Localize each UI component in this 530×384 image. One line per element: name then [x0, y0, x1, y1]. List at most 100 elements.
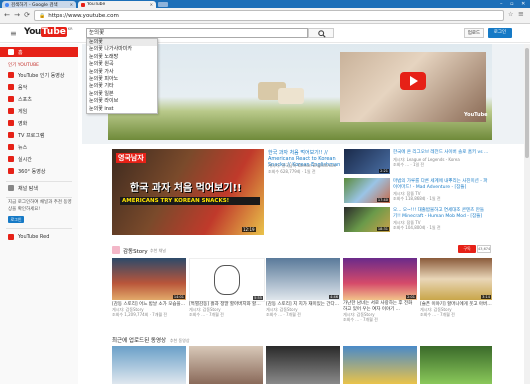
side-video-thumbnail[interactable]: 18:31	[344, 207, 390, 232]
channel-video-title[interactable]: 가난한 남녀는 서로 사랑하는 후 전화 하고 있어 우는 여자 이야기 ...	[343, 301, 417, 312]
upload-button[interactable]: 업로드	[464, 28, 484, 38]
sidebar-item-movies[interactable]: 영화	[0, 118, 78, 128]
recent-video-thumbnail[interactable]	[112, 346, 186, 384]
browser-tab-strip: 검색하기 - Google 검색 ✕ YouTube ✕ – ▫ ✕	[0, 0, 530, 8]
featured-overlay-text: 한국 과자 처음 먹어보기!!	[130, 183, 242, 194]
channel-video-meta: 조회수 ... · 7개월 전	[266, 312, 301, 317]
sidebar-login-button[interactable]: 로그인	[8, 216, 24, 223]
window-controls[interactable]: – ▫ ✕	[500, 1, 528, 7]
search-button[interactable]	[308, 28, 334, 38]
close-tab-icon[interactable]: ✕	[150, 2, 153, 7]
360-icon	[8, 168, 14, 174]
sidebar-item-browse-channels[interactable]: 채널 탐색	[0, 183, 78, 193]
channel-video-thumbnail[interactable]: 14:01	[112, 258, 186, 300]
channel-tag: 추천 채널	[150, 248, 166, 253]
suggestion-item[interactable]: 눈의꽃 나가사마미카	[87, 46, 157, 53]
banner-youtube-watermark: YouTube	[464, 112, 488, 118]
sidebar-item-tv[interactable]: TV 프로그램	[0, 130, 78, 140]
channel-name[interactable]: 감동Story	[123, 247, 148, 255]
ad-banner[interactable]: YouTube	[108, 44, 492, 140]
movies-icon	[8, 120, 14, 126]
channel-video-thumbnail[interactable]: 4:46	[266, 258, 340, 300]
side-video-thumbnail[interactable]: 2:21	[344, 149, 390, 174]
sidebar-item-sports[interactable]: 스포츠	[0, 94, 78, 104]
sidebar-item-home[interactable]: 홈	[0, 47, 78, 57]
recent-video-thumbnail[interactable]	[189, 346, 263, 384]
youtube-logo[interactable]: You Tube KR	[24, 27, 73, 37]
video-duration: 3:14	[481, 295, 491, 299]
play-button-icon[interactable]	[400, 72, 426, 90]
video-duration: 17:40	[376, 198, 389, 202]
video-duration: 2:21	[379, 169, 389, 173]
recent-video-thumbnail[interactable]	[420, 346, 492, 384]
banner-video-thumbnail[interactable]: YouTube	[340, 52, 488, 122]
address-bar[interactable]: 🔒 https://www.youtube.com	[34, 10, 504, 21]
search-icon	[318, 30, 326, 38]
channel-video-meta: 조회수 ... · 7개월 전	[420, 312, 455, 317]
side-video-title[interactable]: 마법의 가루를 다른 세계에 내뿌리는 사진미션 - 파이어마드! - Mad …	[393, 179, 489, 190]
sidebar-item-trending[interactable]: YouTube 인기 동영상	[0, 70, 78, 80]
cartoon-face-image	[214, 265, 240, 295]
sidebar-item-gaming[interactable]: 게임	[0, 106, 78, 116]
suggestion-item[interactable]: 눈의꽃 라이브	[87, 98, 157, 105]
youtube-red-icon	[8, 234, 14, 240]
suggestion-item[interactable]: 눈의꽃 가사	[87, 69, 157, 76]
channel-video-meta: 조회수 ... · 7개월 전	[189, 312, 224, 317]
video-duration: 4:46	[329, 295, 339, 299]
side-video-meta: 조회수 104,800회 · 1일 전	[393, 225, 441, 230]
play-triangle-icon	[410, 76, 418, 86]
recent-video-thumbnail[interactable]	[266, 346, 340, 384]
suggestion-item[interactable]: 눈의꽃 inst	[87, 106, 157, 113]
side-video-thumbnail[interactable]: 17:40	[344, 178, 390, 203]
lock-icon: 🔒	[39, 12, 46, 19]
reload-icon[interactable]: ⟳	[22, 10, 32, 20]
sidebar-login-prompt: 지금 로그인하여 채널과 추천 동영상을 확인하세요!	[8, 200, 72, 212]
subscribe-button[interactable]: 구독	[458, 245, 476, 253]
sidebar-item-youtube-red[interactable]: YouTube Red	[0, 232, 78, 242]
sidebar-item-360[interactable]: 360° 동영상	[0, 166, 78, 176]
sidebar-item-music[interactable]: 음악	[0, 82, 78, 92]
side-video-meta: 조회수 118,868회 · 1일 전	[393, 196, 441, 201]
channel-video-thumbnail[interactable]: 2:01	[343, 258, 417, 300]
search-suggestions: 눈의꽃 눈의꽃 나가사마미카 눈의꽃 노래방 눈의꽃 원곡 눈의꽃 가사 눈의꽃…	[86, 38, 158, 114]
back-icon[interactable]: ←	[2, 10, 12, 20]
video-duration: 5:55	[253, 296, 263, 300]
sidebar-item-news[interactable]: 뉴스	[0, 142, 78, 152]
menu-icon[interactable]: ≡	[518, 10, 524, 18]
browser-tab-youtube[interactable]: YouTube ✕	[78, 1, 156, 8]
channel-video-thumbnail[interactable]: 5:55	[189, 258, 265, 302]
product-jar-image	[278, 88, 304, 104]
video-duration: 14:01	[172, 295, 185, 299]
channel-video-meta: 조회수 1,209,774회 · 7개월 전	[112, 312, 168, 317]
live-icon	[8, 156, 14, 162]
star-icon[interactable]: ☆	[508, 11, 513, 18]
sidebar-section-title: 인기 YOUTUBE	[8, 63, 40, 68]
video-duration: 18:31	[376, 227, 389, 231]
browser-tab-google[interactable]: 검색하기 - Google 검색 ✕	[2, 1, 76, 8]
sidebar-item-live[interactable]: 실시간	[0, 154, 78, 164]
channel-avatar[interactable]	[112, 246, 120, 254]
trending-icon	[8, 72, 14, 78]
recent-video-thumbnail[interactable]	[343, 346, 417, 384]
side-video-title[interactable]: 오... 오~!!! 대출밥물하고 연세대조 콘텐츠 만들기!! Minecra…	[393, 208, 489, 219]
video-duration: 12:19	[242, 227, 256, 232]
guide-menu-icon[interactable]: ≡	[10, 29, 17, 38]
suggestion-item[interactable]: 눈의꽃 원곡	[87, 61, 157, 68]
close-tab-icon[interactable]: ✕	[70, 2, 73, 7]
channel-video-thumbnail[interactable]: 3:14	[420, 258, 492, 300]
featured-video-meta: 조회수 628,779회 · 1일 전	[268, 169, 316, 174]
search-input[interactable]: 눈의꽃	[86, 28, 308, 38]
side-video-title[interactable]: 한국에 온 리그오브 레전드 사이버 솔로 홈키 vs ...	[393, 150, 489, 156]
login-button[interactable]: 로그인	[488, 28, 512, 38]
channel-video-meta: 조회수 ... · 7개월 전	[343, 317, 378, 322]
featured-overlay-english: AMERICANS TRY KOREAN SNACKS!	[120, 197, 260, 205]
featured-channel-logo: 영국남자	[116, 153, 146, 163]
suggestion-item[interactable]: 눈의꽃 기타	[87, 83, 157, 90]
scrollbar-thumb[interactable]	[525, 48, 529, 158]
featured-video-thumbnail[interactable]: 영국남자 한국 과자 처음 먹어보기!! AMERICANS TRY KOREA…	[112, 149, 264, 235]
scrollbar-track[interactable]	[524, 44, 530, 384]
google-favicon-icon	[5, 2, 9, 7]
forward-icon[interactable]: →	[12, 10, 22, 20]
news-icon	[8, 144, 14, 150]
new-tab-button[interactable]	[158, 2, 168, 7]
